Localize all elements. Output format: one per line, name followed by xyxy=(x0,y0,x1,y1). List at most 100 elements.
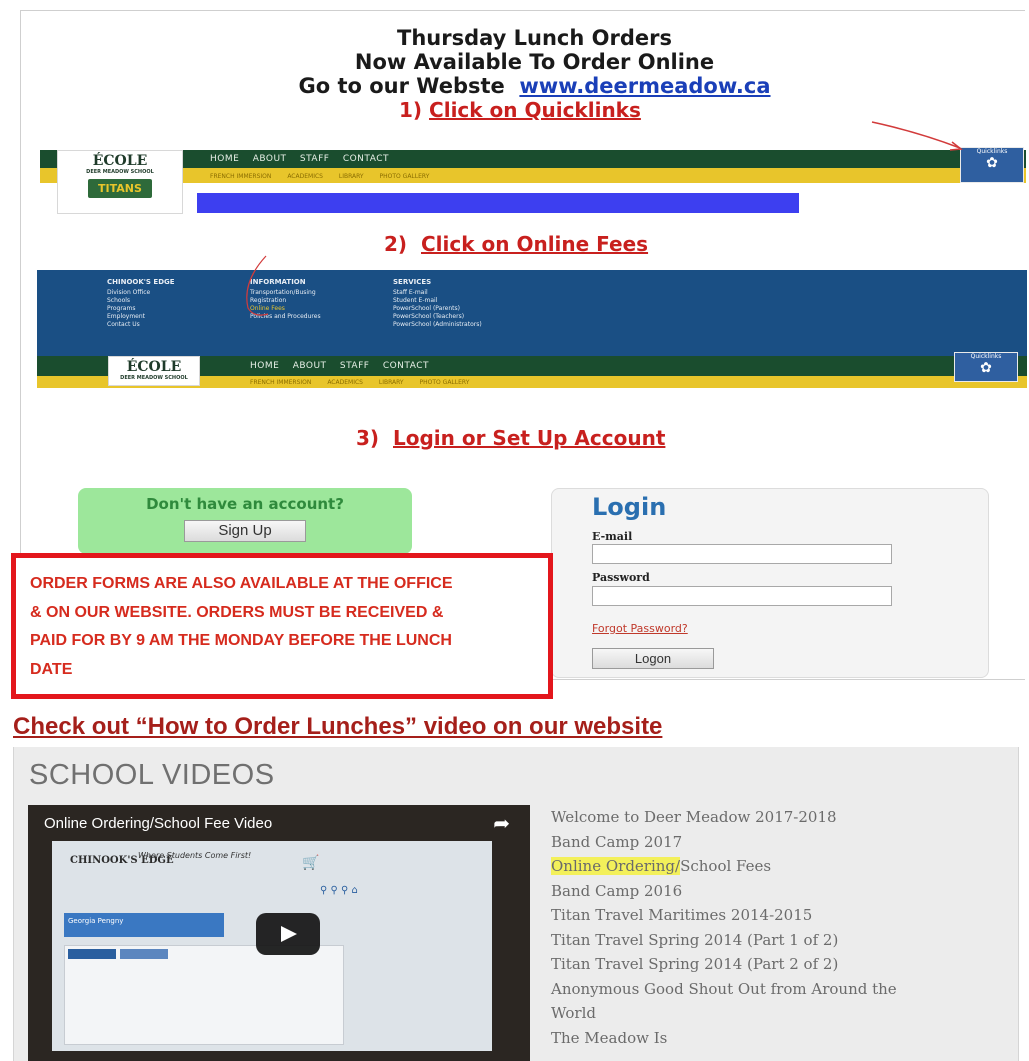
school-logo-2[interactable]: ÉCOLE DEER MEADOW SCHOOL xyxy=(108,356,200,386)
email-label: E-mail xyxy=(592,530,633,543)
quicklinks-icon: ✿ xyxy=(980,360,992,376)
video-list-item[interactable]: Titan Travel Maritimes 2014-2015 xyxy=(551,903,1011,928)
menu-link[interactable]: Staff E-mail xyxy=(393,289,482,297)
nav-contact[interactable]: CONTACT xyxy=(343,154,389,164)
menu-column-chinooks: CHINOOK'S EDGE Division Office Schools P… xyxy=(107,278,175,329)
subnav-french[interactable]: FRENCH IMMERSION xyxy=(250,379,311,386)
notice-line-1: ORDER FORMS ARE ALSO AVAILABLE AT THE OF… xyxy=(30,575,453,592)
notice-line-2: & ON OUR WEBSITE. ORDERS MUST BE RECEIVE… xyxy=(30,603,444,621)
menu-link[interactable]: Division Office xyxy=(107,289,175,297)
annotation-arrow-1 xyxy=(871,121,963,151)
subnav-academics[interactable]: ACADEMICS xyxy=(327,379,363,386)
video-list-item[interactable]: The Meadow Is xyxy=(551,1026,1011,1051)
subnav-academics[interactable]: ACADEMICS xyxy=(287,173,323,180)
signup-panel: Don't have an account? Sign Up xyxy=(78,488,412,554)
video-list-item-rest: School Fees xyxy=(680,857,772,875)
menu-link[interactable]: PowerSchool (Teachers) xyxy=(393,313,482,321)
quicklinks-button[interactable]: Quicklinks ✿ xyxy=(960,147,1024,183)
play-button-icon[interactable] xyxy=(256,913,320,955)
logo-title: ÉCOLE xyxy=(92,153,148,169)
login-panel: Login E-mail Password Forgot Password? L… xyxy=(551,488,989,678)
notice-line-3: PAID FOR BY 9 AM THE MONDAY BEFORE THE L… xyxy=(30,632,452,649)
menu-link[interactable]: PowerSchool (Parents) xyxy=(393,305,482,313)
website-link[interactable]: www.deermeadow.ca xyxy=(519,74,770,98)
video-player[interactable]: Online Ordering/School Fee Video ➦ CHINO… xyxy=(28,805,530,1061)
site-subnav-bar xyxy=(40,168,1026,183)
website-prefix: Go to our Webste xyxy=(298,74,505,98)
video-list-item[interactable]: Anonymous Good Shout Out from Around the xyxy=(551,977,1011,1002)
cart-icon: 🛒 xyxy=(302,855,320,871)
order-notice-box: ORDER FORMS ARE ALSO AVAILABLE AT THE OF… xyxy=(11,553,553,699)
school-videos-section: SCHOOL VIDEOS Online Ordering/School Fee… xyxy=(13,747,1019,1061)
subnav-gallery[interactable]: PHOTO GALLERY xyxy=(380,173,430,180)
menu-link[interactable]: Contact Us xyxy=(107,321,175,329)
video-title[interactable]: Online Ordering/School Fee Video xyxy=(44,815,272,832)
step-2-number: 2) xyxy=(384,232,408,256)
subnav-library[interactable]: LIBRARY xyxy=(379,379,404,386)
annotation-circle-2 xyxy=(246,255,269,316)
menu-heading: SERVICES xyxy=(393,278,432,286)
quicklinks-label: Quicklinks xyxy=(976,148,1008,155)
password-label: Password xyxy=(592,571,650,584)
video-callout[interactable]: Check out “How to Order Lunches” video o… xyxy=(13,713,662,741)
menu-link[interactable]: Employment xyxy=(107,313,175,321)
signup-button[interactable]: Sign Up xyxy=(184,520,306,542)
step-3-number: 3) xyxy=(356,426,380,450)
quicklinks-label: Quicklinks xyxy=(970,353,1002,360)
forgot-password-link[interactable]: Forgot Password? xyxy=(592,622,688,635)
video-list-item[interactable]: Welcome to Deer Meadow 2017-2018 xyxy=(551,805,1011,830)
email-field[interactable] xyxy=(592,544,892,564)
step-1-number: 1) xyxy=(399,98,423,122)
step-2-label[interactable]: Click on Online Fees xyxy=(421,232,648,256)
site-subnav-2: FRENCH IMMERSION ACADEMICS LIBRARY PHOTO… xyxy=(250,379,483,386)
video-list-item-cont[interactable]: World xyxy=(551,1001,1011,1026)
video-list-item[interactable]: Band Camp 2017 xyxy=(551,830,1011,855)
menu-link[interactable]: Student E-mail xyxy=(393,297,482,305)
thumbnail-tab xyxy=(120,949,168,959)
step-3: 3) Login or Set Up Account xyxy=(356,426,665,450)
footer-info-menu: CHINOOK'S EDGE Division Office Schools P… xyxy=(37,270,1027,356)
title-line-1: Thursday Lunch Orders xyxy=(397,26,672,50)
step-3-label[interactable]: Login or Set Up Account xyxy=(393,426,665,450)
logon-button[interactable]: Logon xyxy=(592,648,714,669)
nav-about[interactable]: ABOUT xyxy=(253,154,287,164)
subnav-library[interactable]: LIBRARY xyxy=(339,173,364,180)
video-list: Welcome to Deer Meadow 2017-2018 Band Ca… xyxy=(551,805,1011,1050)
nav-staff[interactable]: STAFF xyxy=(340,361,370,371)
menu-heading: CHINOOK'S EDGE xyxy=(107,278,175,286)
title-line-3: Go to our Webste www.deermeadow.ca xyxy=(20,74,1029,98)
video-list-item[interactable]: Titan Travel Spring 2014 (Part 1 of 2) xyxy=(551,928,1011,953)
subnav-gallery[interactable]: PHOTO GALLERY xyxy=(420,379,470,386)
nav-home[interactable]: HOME xyxy=(250,361,279,371)
step-2: 2) Click on Online Fees xyxy=(384,232,648,256)
video-list-item[interactable]: Band Camp 2016 xyxy=(551,879,1011,904)
school-logo[interactable]: ÉCOLE DEER MEADOW SCHOOL TITANS xyxy=(57,150,183,214)
nav-staff[interactable]: STAFF xyxy=(300,154,330,164)
menu-column-services: SERVICES Staff E-mail Student E-mail Pow… xyxy=(393,278,482,329)
video-list-item[interactable]: Titan Travel Spring 2014 (Part 2 of 2) xyxy=(551,952,1011,977)
nav-about[interactable]: ABOUT xyxy=(293,361,327,371)
subnav-french[interactable]: FRENCH IMMERSION xyxy=(210,173,271,180)
video-list-item-online-ordering[interactable]: Online Ordering/School Fees xyxy=(551,854,1011,879)
site-subnav: FRENCH IMMERSION ACADEMICS LIBRARY PHOTO… xyxy=(210,173,443,180)
site-nav-2: HOME ABOUT STAFF CONTACT xyxy=(250,361,439,371)
thumbnail-tagline: Where Students Come First! xyxy=(138,851,252,860)
logo-subtitle: DEER MEADOW SCHOOL xyxy=(120,375,188,381)
thumbnail-pane xyxy=(64,945,344,1045)
thumbnail-user-bar: Georgia Pengny xyxy=(64,913,224,937)
title-line-2: Now Available To Order Online xyxy=(354,50,715,74)
menu-link[interactable]: Programs xyxy=(107,305,175,313)
signup-question: Don't have an account? xyxy=(146,495,344,513)
login-title: Login xyxy=(592,493,667,521)
quicklinks-button-2[interactable]: Quicklinks ✿ xyxy=(954,352,1018,382)
menu-link[interactable]: PowerSchool (Administrators) xyxy=(393,321,482,329)
banner-blue-strip xyxy=(197,193,799,213)
share-icon[interactable]: ➦ xyxy=(493,811,510,835)
nav-home[interactable]: HOME xyxy=(210,154,239,164)
nav-contact[interactable]: CONTACT xyxy=(383,361,429,371)
site-nav: HOME ABOUT STAFF CONTACT xyxy=(210,154,399,164)
step-1-label[interactable]: Click on Quicklinks xyxy=(429,98,641,122)
password-field[interactable] xyxy=(592,586,892,606)
menu-link[interactable]: Schools xyxy=(107,297,175,305)
titans-logo: TITANS xyxy=(88,179,152,198)
